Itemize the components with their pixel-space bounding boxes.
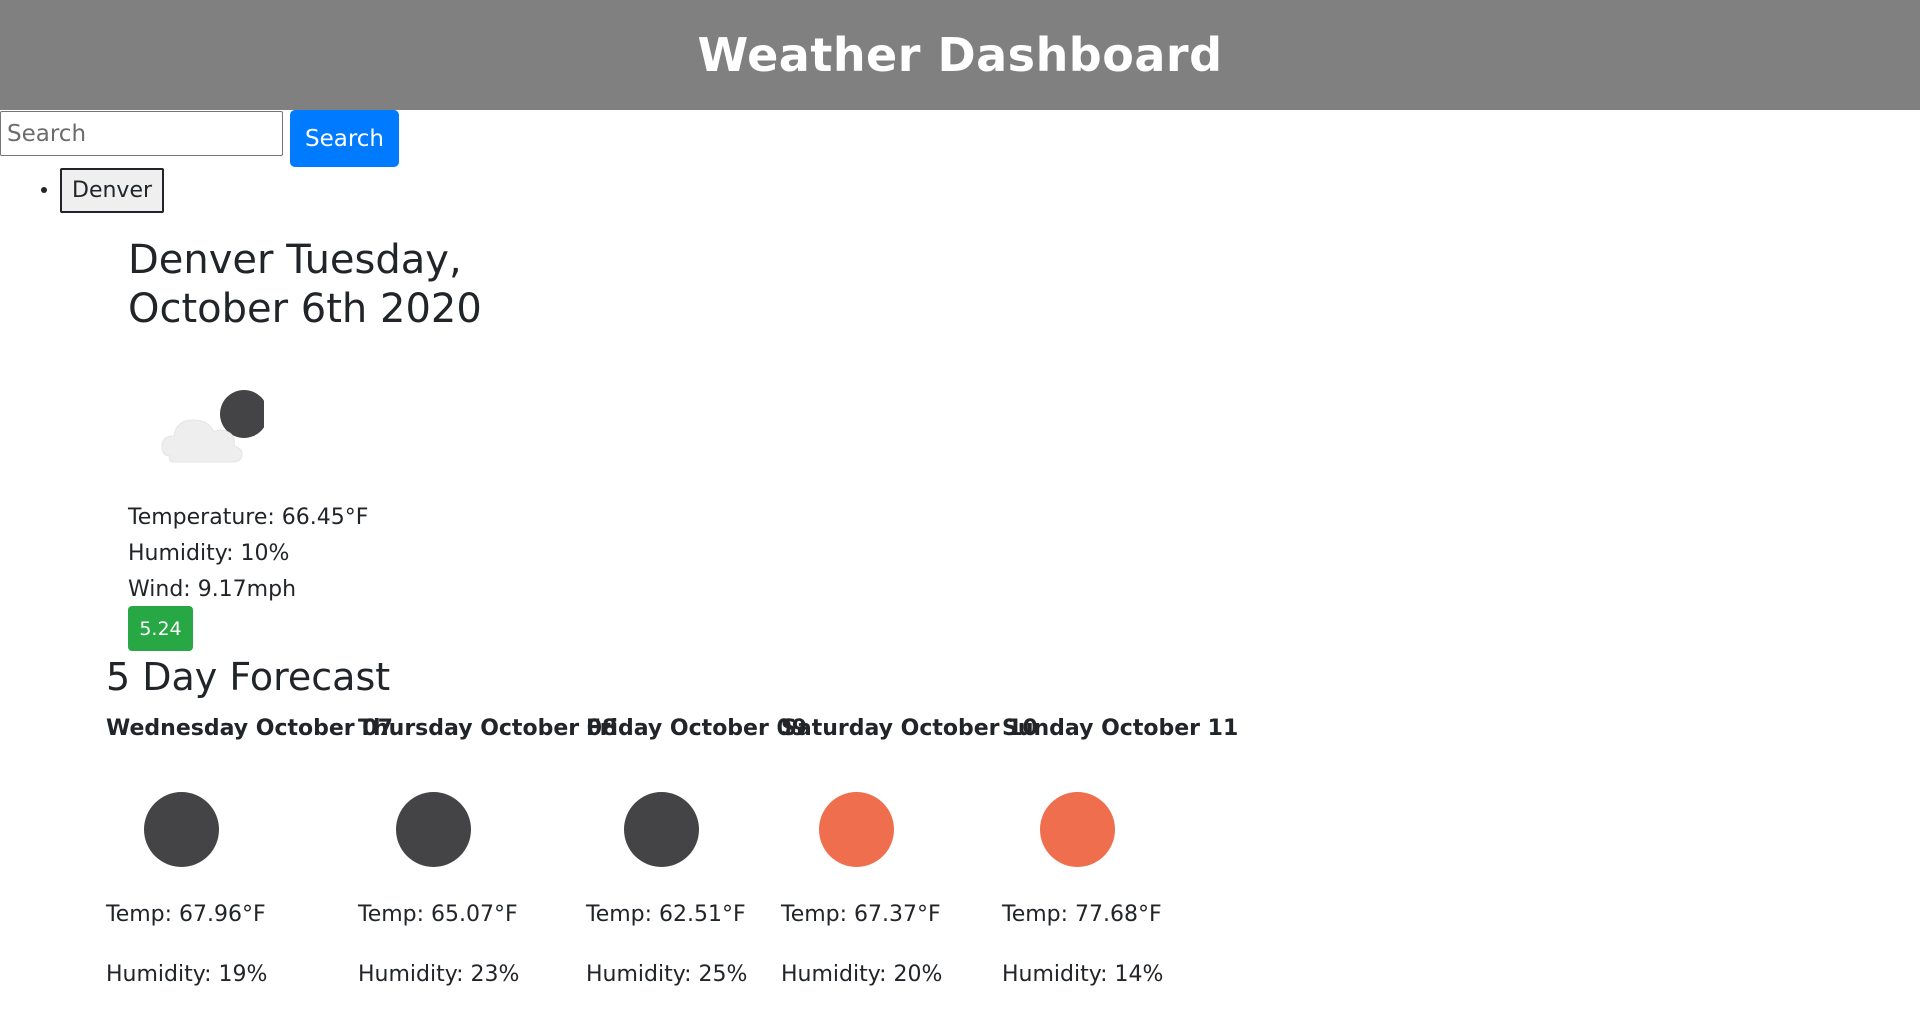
forecast-temp: Temp: 67.96°F xyxy=(106,902,266,927)
history-item: Denver xyxy=(60,166,165,214)
forecast-humidity: Humidity: 25% xyxy=(586,962,748,987)
current-wind: Wind: 9.17mph xyxy=(128,577,297,602)
moon-icon xyxy=(624,792,699,867)
forecast-title: 5 Day Forecast xyxy=(106,655,391,699)
forecast-date: Thursday October 08 xyxy=(358,716,618,741)
forecast-humidity: Humidity: 19% xyxy=(106,962,268,987)
uv-index-badge: 5.24 xyxy=(128,606,193,651)
sun-icon xyxy=(819,792,894,867)
forecast-date: Sunday October 11 xyxy=(1002,716,1239,741)
forecast-day: Sunday October 11 Temp: 77.68°F Humidity… xyxy=(1002,712,1239,987)
cloud-moon-icon xyxy=(161,390,264,463)
current-humidity: Humidity: 10% xyxy=(128,541,290,566)
forecast-day: Wednesday October 07 Temp: 67.96°F Humid… xyxy=(106,712,393,987)
moon-icon xyxy=(144,792,219,867)
moon-icon xyxy=(396,792,471,867)
forecast-day: Saturday October 10 Temp: 67.37°F Humidi… xyxy=(781,712,1038,987)
history-city-button[interactable]: Denver xyxy=(60,167,165,213)
search-input[interactable] xyxy=(0,111,283,156)
forecast-date: Wednesday October 07 xyxy=(106,716,393,741)
forecast-day: Thursday October 08 Temp: 65.07°F Humidi… xyxy=(358,712,618,987)
current-city-date: Denver Tuesday, October 6th 2020 xyxy=(128,237,482,332)
forecast-humidity: Humidity: 23% xyxy=(358,962,520,987)
search-history-list: Denver xyxy=(0,166,165,214)
search-button[interactable]: Search xyxy=(290,110,399,167)
forecast-temp: Temp: 67.37°F xyxy=(781,902,941,927)
forecast-humidity: Humidity: 20% xyxy=(781,962,943,987)
forecast-date: Saturday October 10 xyxy=(781,716,1038,741)
page-title: Weather Dashboard xyxy=(697,28,1223,82)
forecast-temp: Temp: 65.07°F xyxy=(358,902,518,927)
forecast-humidity: Humidity: 14% xyxy=(1002,962,1164,987)
page-header: Weather Dashboard xyxy=(0,0,1920,110)
forecast-day: Friday October 09 Temp: 62.51°F Humidity… xyxy=(586,712,808,987)
current-weather-card: Denver Tuesday, October 6th 2020 Tempera… xyxy=(128,236,648,651)
forecast-temp: Temp: 77.68°F xyxy=(1002,902,1162,927)
forecast-temp: Temp: 62.51°F xyxy=(586,902,746,927)
current-temperature: Temperature: 66.45°F xyxy=(128,505,369,530)
sun-icon xyxy=(1040,792,1115,867)
current-stats: Temperature: 66.45°F Humidity: 10% Wind:… xyxy=(128,500,528,608)
forecast-date: Friday October 09 xyxy=(586,716,808,741)
